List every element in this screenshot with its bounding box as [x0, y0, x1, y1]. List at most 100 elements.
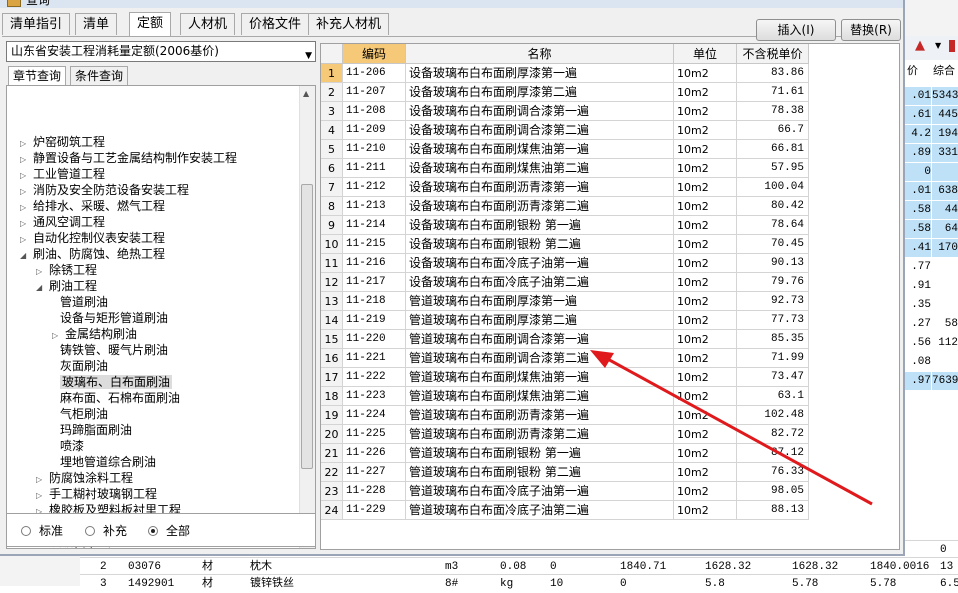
tree-node[interactable]: ▷ 消防及安全防范设备安装工程: [20, 182, 189, 198]
cell-unit[interactable]: 10m2: [674, 482, 737, 501]
cell-name[interactable]: 管道玻璃布白布面刷调合漆第二遍: [406, 349, 674, 368]
cell-code[interactable]: 11-225: [343, 425, 406, 444]
table-row[interactable]: 19 11-224 管道玻璃布白布面刷沥青漆第一遍 10m2 102.48: [321, 406, 899, 425]
tree-node[interactable]: ▷ 工业管道工程: [20, 166, 105, 182]
tree-scrollbar[interactable]: ▲ ▼: [299, 86, 315, 548]
cell-price[interactable]: 83.86: [737, 64, 809, 83]
tree-node[interactable]: ▷ 静置设备与工艺金属结构制作安装工程: [20, 150, 237, 166]
cell-code[interactable]: 11-229: [343, 501, 406, 520]
cell-name[interactable]: 管道玻璃布白布面冷底子油第二遍: [406, 501, 674, 520]
cell-price[interactable]: 78.38: [737, 102, 809, 121]
cell-code[interactable]: 11-208: [343, 102, 406, 121]
cell-code[interactable]: 11-211: [343, 159, 406, 178]
tab-quota[interactable]: 定额: [129, 12, 172, 36]
table-row[interactable]: 14 11-219 管道玻璃布白布面刷厚漆第二遍 10m2 77.73: [321, 311, 899, 330]
cell-code[interactable]: 11-220: [343, 330, 406, 349]
cell-code[interactable]: 11-221: [343, 349, 406, 368]
header-unit[interactable]: 单位: [674, 44, 737, 64]
expanded-triangle-icon[interactable]: ◢: [36, 280, 45, 296]
cell-code[interactable]: 11-216: [343, 254, 406, 273]
table-row[interactable]: 4 11-209 设备玻璃布白布面刷调合漆第二遍 10m2 66.7: [321, 121, 899, 140]
cell-unit[interactable]: 10m2: [674, 425, 737, 444]
cell-name[interactable]: 管道玻璃布白布面冷底子油第一遍: [406, 482, 674, 501]
radio-circle[interactable]: [85, 526, 95, 536]
radio-circle[interactable]: [148, 526, 158, 536]
cell-unit[interactable]: 10m2: [674, 292, 737, 311]
cell-name[interactable]: 设备玻璃布白布面刷厚漆第二遍: [406, 83, 674, 102]
cell-price[interactable]: 100.04: [737, 178, 809, 197]
cell-name[interactable]: 管道玻璃布白布面刷煤焦油第二遍: [406, 387, 674, 406]
cell-unit[interactable]: 10m2: [674, 102, 737, 121]
cell-unit[interactable]: 10m2: [674, 273, 737, 292]
cell-price[interactable]: 87.12: [737, 444, 809, 463]
table-row[interactable]: 22 11-227 管道玻璃布白布面刷银粉 第二遍 10m2 76.33: [321, 463, 899, 482]
cell-price[interactable]: 79.76: [737, 273, 809, 292]
cell-name[interactable]: 设备玻璃布白布面冷底子油第二遍: [406, 273, 674, 292]
chevron-down-icon[interactable]: ▼: [305, 47, 312, 66]
cell-code[interactable]: 11-209: [343, 121, 406, 140]
quota-library-select[interactable]: 山东省安装工程消耗量定额(2006基价) ▼: [6, 41, 316, 62]
cell-price[interactable]: 70.45: [737, 235, 809, 254]
cell-unit[interactable]: 10m2: [674, 501, 737, 520]
scroll-up-icon[interactable]: ▲: [303, 89, 309, 98]
tab-condition-query[interactable]: 条件查询: [70, 66, 129, 85]
cell-unit[interactable]: 10m2: [674, 64, 737, 83]
replace-button[interactable]: 替换(R): [841, 19, 901, 41]
cell-price[interactable]: 71.61: [737, 83, 809, 102]
cell-code[interactable]: 11-210: [343, 140, 406, 159]
cell-unit[interactable]: 10m2: [674, 235, 737, 254]
cell-code[interactable]: 11-223: [343, 387, 406, 406]
cell-code[interactable]: 11-214: [343, 216, 406, 235]
cell-code[interactable]: 11-207: [343, 83, 406, 102]
cell-code[interactable]: 11-227: [343, 463, 406, 482]
cell-name[interactable]: 管道玻璃布白布面刷调合漆第一遍: [406, 330, 674, 349]
table-row[interactable]: 17 11-222 管道玻璃布白布面刷煤焦油第一遍 10m2 73.47: [321, 368, 899, 387]
cell-price[interactable]: 102.48: [737, 406, 809, 425]
tree-node[interactable]: 气柜刷油: [52, 406, 108, 422]
tree-node[interactable]: ▷ 除锈工程: [36, 262, 97, 278]
cell-price[interactable]: 90.13: [737, 254, 809, 273]
paint-bucket-icon[interactable]: ▲: [915, 38, 925, 53]
table-row[interactable]: 20 11-225 管道玻璃布白布面刷沥青漆第二遍 10m2 82.72: [321, 425, 899, 444]
cell-name[interactable]: 管道玻璃布白布面刷沥青漆第二遍: [406, 425, 674, 444]
header-name[interactable]: 名称: [406, 44, 674, 64]
cell-name[interactable]: 设备玻璃布白布面冷底子油第一遍: [406, 254, 674, 273]
cell-unit[interactable]: 10m2: [674, 254, 737, 273]
cell-unit[interactable]: 10m2: [674, 83, 737, 102]
cell-code[interactable]: 11-224: [343, 406, 406, 425]
tree-node[interactable]: 玛蹄脂面刷油: [52, 422, 132, 438]
cell-unit[interactable]: 10m2: [674, 406, 737, 425]
cell-price[interactable]: 92.73: [737, 292, 809, 311]
cell-code[interactable]: 11-218: [343, 292, 406, 311]
scope-radio[interactable]: 全部: [148, 524, 190, 538]
cell-name[interactable]: 管道玻璃布白布面刷煤焦油第一遍: [406, 368, 674, 387]
cell-unit[interactable]: 10m2: [674, 140, 737, 159]
tree-node[interactable]: ▷ 给排水、采暖、燃气工程: [20, 198, 165, 214]
header-code[interactable]: 编码: [343, 44, 406, 64]
table-row[interactable]: 5 11-210 设备玻璃布白布面刷煤焦油第一遍 10m2 66.81: [321, 140, 899, 159]
tree-node[interactable]: ▷ 金属结构刷油: [52, 326, 137, 342]
cell-name[interactable]: 管道玻璃布白布面刷银粉 第二遍: [406, 463, 674, 482]
cell-name[interactable]: 管道玻璃布白布面刷厚漆第一遍: [406, 292, 674, 311]
cell-name[interactable]: 设备玻璃布白布面刷调合漆第一遍: [406, 102, 674, 121]
tree-node[interactable]: 玻璃布、白布面刷油: [52, 374, 173, 390]
tree-node[interactable]: 设备与矩形管道刷油: [52, 310, 168, 326]
expanded-triangle-icon[interactable]: ◢: [20, 248, 29, 264]
tree-node[interactable]: 埋地管道综合刷油: [52, 454, 156, 470]
tree-node[interactable]: ◢ 刷油、防腐蚀、绝热工程: [20, 246, 165, 262]
insert-button[interactable]: 插入(I): [756, 19, 836, 41]
cell-unit[interactable]: 10m2: [674, 330, 737, 349]
tree-node[interactable]: ▷ 自动化控制仪表安装工程: [20, 230, 165, 246]
table-row[interactable]: 2 11-207 设备玻璃布白布面刷厚漆第二遍 10m2 71.61: [321, 83, 899, 102]
cell-price[interactable]: 80.42: [737, 197, 809, 216]
cell-price[interactable]: 63.1: [737, 387, 809, 406]
cell-price[interactable]: 77.73: [737, 311, 809, 330]
tab-labor-material-machine[interactable]: 人材机: [180, 13, 236, 35]
tree-scroll-thumb[interactable]: [301, 184, 313, 469]
cell-name[interactable]: 管道玻璃布白布面刷银粉 第一遍: [406, 444, 674, 463]
cell-name[interactable]: 设备玻璃布白布面刷沥青漆第二遍: [406, 197, 674, 216]
cell-unit[interactable]: 10m2: [674, 349, 737, 368]
header-price[interactable]: 不含税单价: [737, 44, 809, 64]
cell-code[interactable]: 11-228: [343, 482, 406, 501]
table-row[interactable]: 16 11-221 管道玻璃布白布面刷调合漆第二遍 10m2 71.99: [321, 349, 899, 368]
